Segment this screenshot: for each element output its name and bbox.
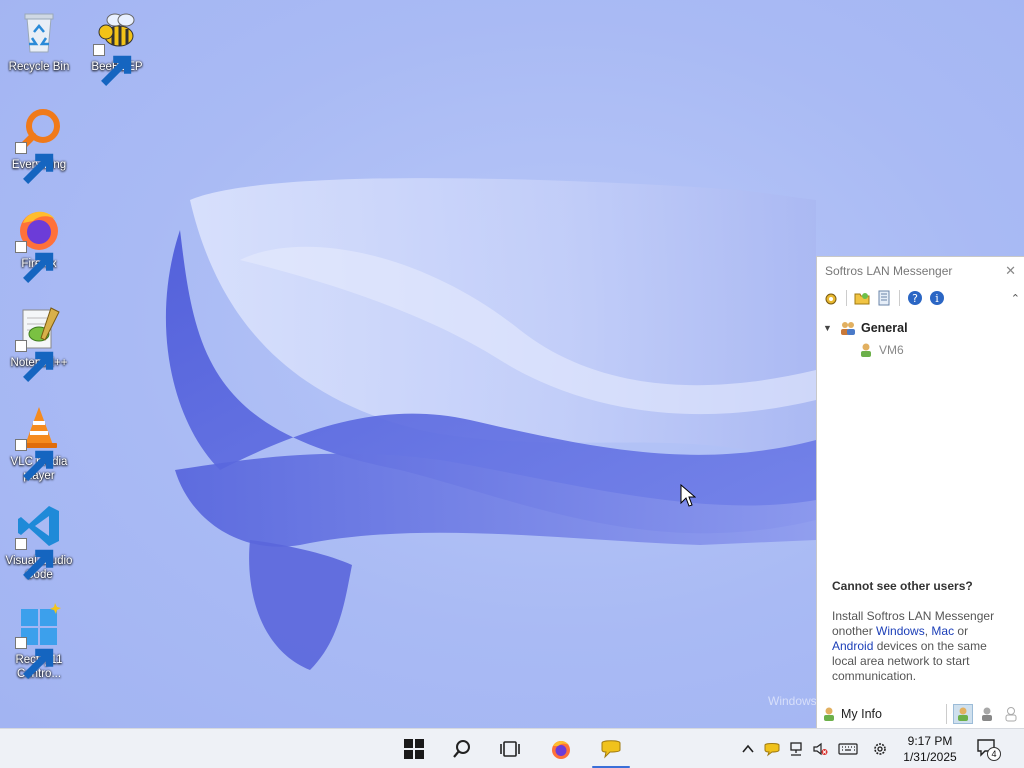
shortcut-arrow-icon (15, 340, 54, 382)
help-icon[interactable]: ? (905, 288, 925, 308)
desktop-icon-firefox[interactable]: Firefox (1, 205, 77, 283)
task-view-icon (500, 741, 520, 757)
desktop-icon-vscode[interactable]: Visual Studio Code (1, 502, 77, 582)
network-icon[interactable] (786, 739, 806, 759)
shortcut-arrow-icon (15, 439, 54, 481)
my-info-label: My Info (841, 707, 882, 721)
task-view-button[interactable] (490, 733, 530, 765)
messenger-titlebar: Softros LAN Messenger ✕ (817, 257, 1024, 285)
vlc-cone-icon (15, 403, 63, 481)
search-button[interactable] (442, 733, 482, 765)
help-title: Cannot see other users? (832, 579, 973, 593)
lan-messenger-tray-icon[interactable] (762, 739, 782, 759)
close-icon[interactable]: ✕ (1005, 263, 1016, 279)
lan-messenger-window: Softros LAN Messenger ✕ ? i ⌃ ▼ General (816, 256, 1024, 728)
group-icon (841, 322, 855, 335)
recycle-bin-icon (15, 8, 63, 56)
notification-center-button[interactable]: 4 (976, 737, 1001, 761)
settings-icon[interactable] (821, 288, 841, 308)
gear-icon[interactable] (870, 739, 890, 759)
firefox-icon (552, 740, 570, 759)
status-selector (946, 704, 1021, 724)
desktop-icon-label: Recycle Bin (8, 61, 70, 73)
mac-link[interactable]: Mac (931, 624, 954, 638)
help-text-part: or (954, 624, 969, 638)
start-button[interactable] (394, 733, 434, 765)
user-icon (824, 707, 834, 721)
volume-muted-icon[interactable] (810, 739, 830, 759)
info-icon[interactable]: i (927, 288, 947, 308)
clock-date: 1/31/2025 (903, 750, 957, 764)
contact-name: VM6 (879, 343, 904, 357)
bee-icon (93, 8, 141, 86)
lan-messenger-icon (601, 740, 621, 759)
log-icon[interactable] (874, 288, 894, 308)
folder-icon[interactable] (852, 288, 872, 308)
rectify-icon (15, 601, 63, 679)
desktop-icon-beebeep[interactable]: BeeBEEP (79, 8, 155, 86)
chevron-down-icon[interactable]: ▼ (823, 323, 835, 333)
watermark-text: Windows (768, 694, 817, 708)
shortcut-arrow-icon (15, 142, 54, 184)
shortcut-arrow-icon (15, 241, 54, 283)
android-link[interactable]: Android (832, 639, 873, 653)
status-offline-icon[interactable] (1001, 704, 1021, 724)
search-icon (453, 740, 470, 758)
desktop-icon-notepadpp[interactable]: Notepad++ (1, 304, 77, 382)
group-name: General (861, 321, 908, 335)
contact-group-general[interactable]: ▼ General (817, 317, 1024, 339)
user-icon (861, 343, 871, 357)
status-online-icon[interactable] (953, 704, 973, 724)
shortcut-arrow-icon (15, 637, 54, 679)
notification-badge: 4 (987, 747, 1001, 761)
chevron-up-icon[interactable] (738, 739, 758, 759)
toolbar-separator (899, 290, 900, 306)
clock[interactable]: 9:17 PM 1/31/2025 (894, 733, 966, 765)
magnifier-icon (15, 106, 63, 184)
desktop-icon-vlc[interactable]: VLC media player (1, 403, 77, 483)
desktop-icon-everything[interactable]: Everything (1, 106, 77, 184)
desktop-icon-recycle-bin[interactable]: Recycle Bin (1, 8, 77, 74)
taskbar-lan-messenger[interactable] (591, 733, 631, 765)
contact-item[interactable]: VM6 (817, 339, 1024, 361)
notepad-icon (15, 304, 63, 382)
shortcut-arrow-icon (93, 44, 132, 86)
chevron-up-icon[interactable]: ⌃ (1011, 292, 1020, 305)
taskbar-firefox[interactable] (541, 733, 581, 765)
windows-link[interactable]: Windows (876, 624, 925, 638)
clock-time: 9:17 PM (907, 734, 953, 748)
svg-text:?: ? (912, 292, 918, 305)
mouse-cursor-icon (680, 484, 696, 507)
my-info-button[interactable]: My Info (821, 706, 882, 722)
help-text: Install Softros LAN Messenger onother Wi… (832, 609, 1012, 684)
toolbar-separator (846, 290, 847, 306)
messenger-toolbar: ? i ⌃ (817, 285, 1024, 311)
svg-text:i: i (935, 292, 939, 305)
messenger-title: Softros LAN Messenger (825, 264, 953, 278)
vscode-icon (15, 502, 63, 580)
desktop-icon-rectify11[interactable]: Rectify11 Contro... (1, 601, 77, 681)
messenger-footer: My Info (817, 700, 1024, 728)
start-icon (404, 739, 424, 759)
taskbar: 9:17 PM 1/31/2025 4 (0, 728, 1024, 768)
status-away-icon[interactable] (977, 704, 997, 724)
help-message: Cannot see other users? Install Softros … (832, 579, 1012, 684)
firefox-icon (15, 205, 63, 283)
shortcut-arrow-icon (15, 538, 54, 580)
keyboard-icon[interactable] (836, 739, 860, 759)
